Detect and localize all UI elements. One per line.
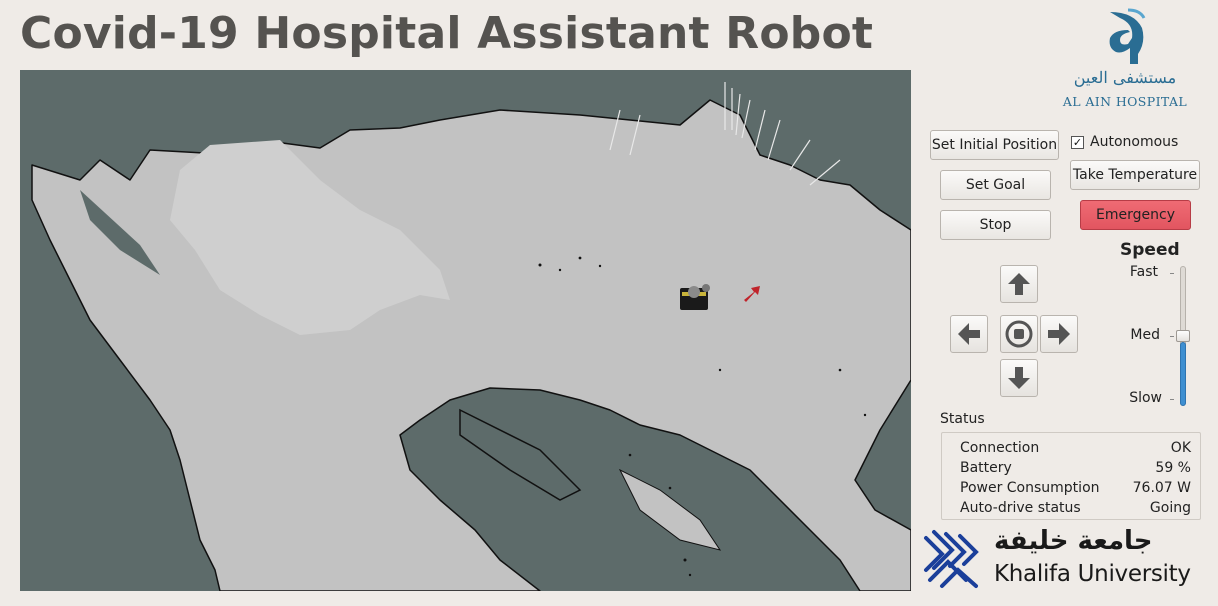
move-right-button[interactable] [1040, 315, 1078, 353]
status-row-power: Power Consumption 76.07 W [960, 480, 1191, 500]
stop-move-button[interactable] [1000, 315, 1038, 353]
university-arabic-name: جامعة خليفة [994, 526, 1153, 556]
speed-tick [1170, 399, 1174, 400]
status-value: 59 % [1155, 460, 1191, 476]
emergency-button[interactable]: Emergency [1080, 200, 1191, 230]
status-row-connection: Connection OK [960, 440, 1191, 460]
arrow-right-icon [1048, 323, 1070, 345]
autonomous-checkbox[interactable]: ✓ Autonomous [1071, 133, 1178, 151]
speed-label-fast: Fast [1129, 264, 1158, 280]
status-label: Power Consumption [960, 480, 1100, 496]
speed-tick [1170, 273, 1174, 274]
status-row-battery: Battery 59 % [960, 460, 1191, 480]
stop-circle-icon [1005, 320, 1033, 348]
move-up-button[interactable] [1000, 265, 1038, 303]
set-initial-position-button[interactable]: Set Initial Position [930, 130, 1059, 160]
university-name: Khalifa University [994, 561, 1191, 587]
hospital-emblem-icon [1109, 8, 1146, 64]
speed-slider-handle[interactable] [1176, 330, 1190, 342]
autonomous-label: Autonomous [1090, 134, 1179, 150]
take-temperature-button[interactable]: Take Temperature [1070, 160, 1200, 190]
move-left-button[interactable] [950, 315, 988, 353]
khalifa-emblem-icon [924, 530, 979, 588]
status-label: Connection [960, 440, 1040, 456]
hospital-logo: مستشفى العين AL AIN HOSPITAL [1058, 8, 1192, 112]
status-value: Going [1149, 500, 1191, 516]
status-row-auto-drive: Auto-drive status Going [960, 500, 1191, 520]
hospital-arabic-name: مستشفى العين [1073, 68, 1177, 87]
speed-title: Speed [1120, 240, 1180, 260]
stop-button[interactable]: Stop [940, 210, 1051, 240]
status-value: OK [1170, 440, 1191, 456]
status-label: Auto-drive status [960, 500, 1081, 516]
status-label: Battery [960, 460, 1012, 476]
status-value: 76.07 W [1132, 480, 1191, 496]
arrow-up-icon [1008, 273, 1030, 295]
app-title: Covid-19 Hospital Assistant Robot [20, 8, 874, 59]
status-title: Status [940, 411, 985, 427]
speed-label-slow: Slow [1129, 390, 1162, 406]
arrow-down-icon [1008, 367, 1030, 389]
occupancy-map [31, 82, 911, 591]
map-view[interactable] [20, 70, 911, 591]
speed-label-med: Med [1130, 327, 1160, 343]
move-down-button[interactable] [1000, 359, 1038, 397]
autonomous-check-box[interactable]: ✓ [1071, 135, 1084, 149]
speed-slider-fill [1180, 342, 1186, 406]
hospital-name: AL AIN HOSPITAL [1062, 94, 1188, 109]
arrow-left-icon [958, 323, 980, 345]
set-goal-button[interactable]: Set Goal [940, 170, 1051, 200]
speed-tick [1170, 336, 1174, 337]
